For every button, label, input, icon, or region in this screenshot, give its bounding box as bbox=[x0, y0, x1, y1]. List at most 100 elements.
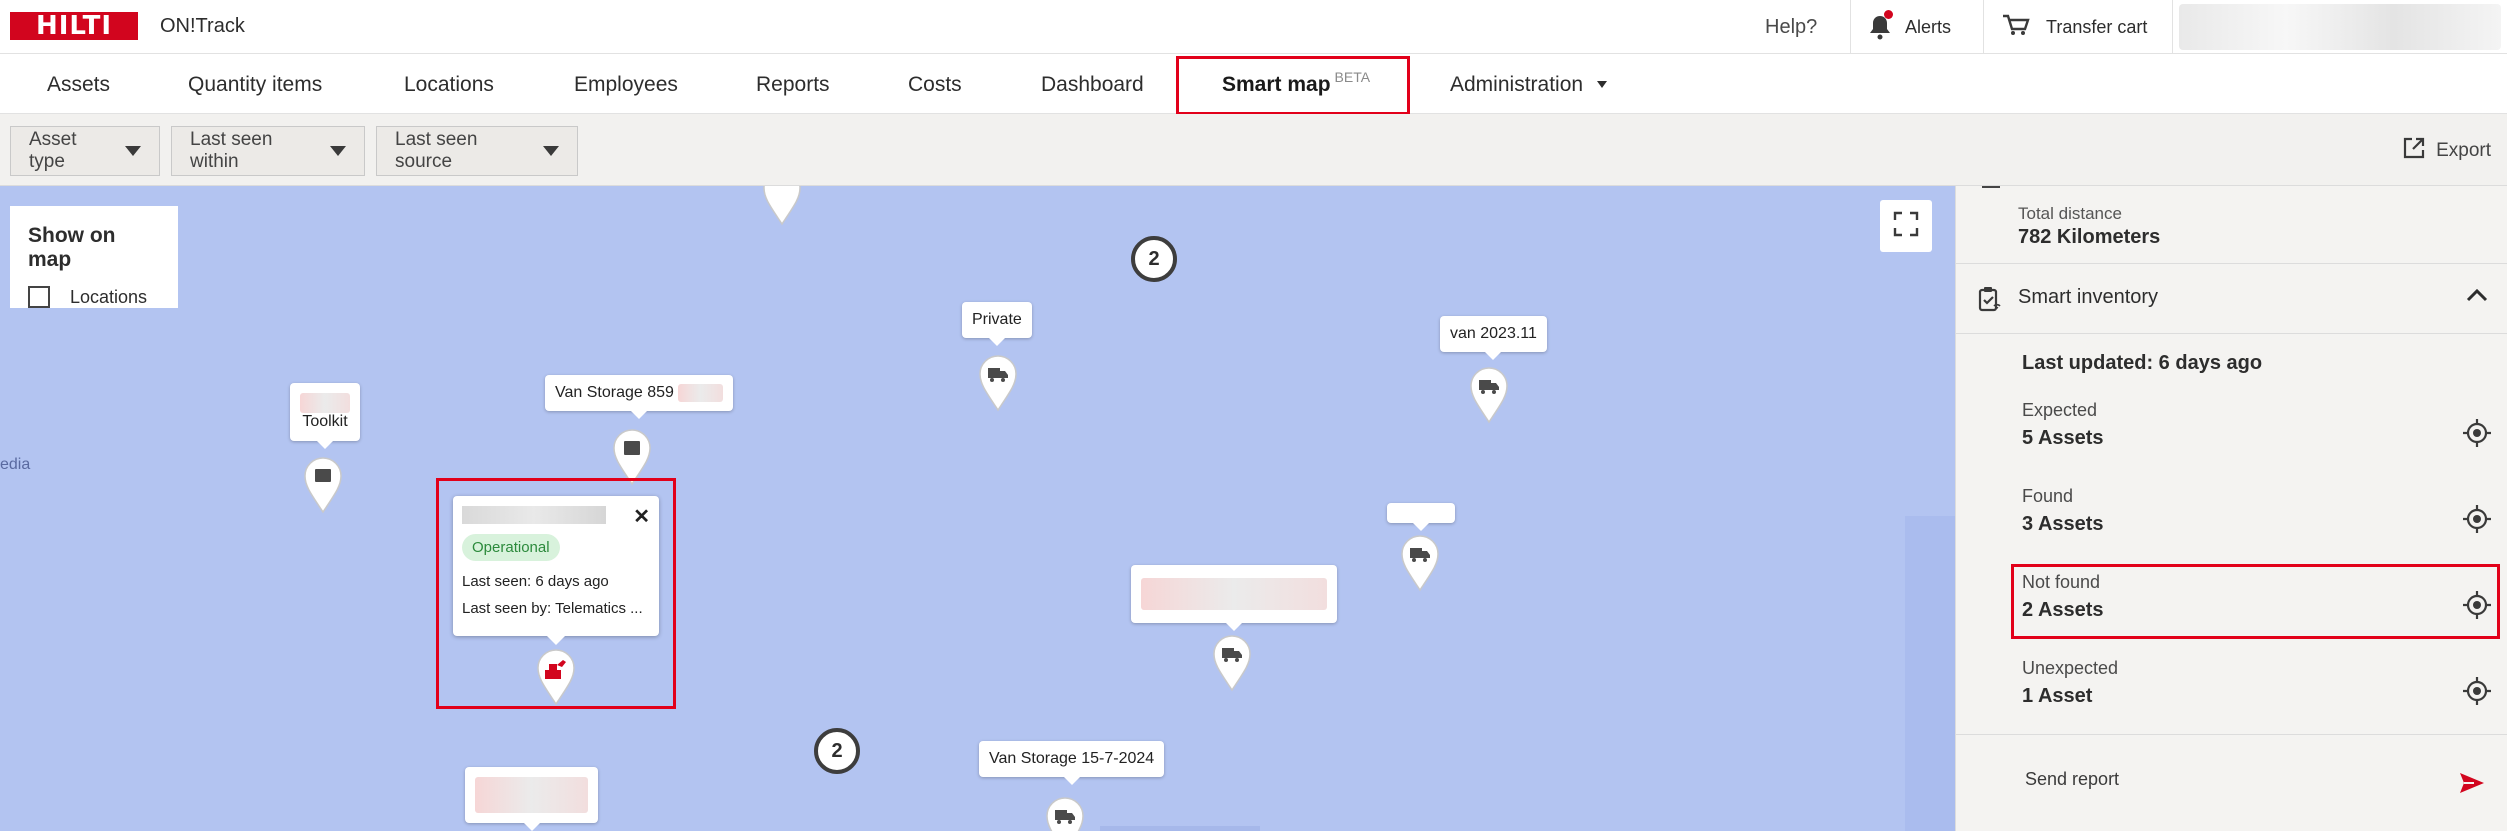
send-report-label: Send report bbox=[2025, 769, 2120, 789]
alerts-button[interactable]: Alerts bbox=[1850, 0, 1969, 54]
locate-crosshair-icon[interactable] bbox=[2462, 418, 2492, 453]
locate-crosshair-icon[interactable] bbox=[2462, 676, 2492, 711]
cart-icon bbox=[2002, 13, 2030, 42]
tab-costs-label: Costs bbox=[908, 72, 962, 96]
map-pin-van[interactable] bbox=[1398, 532, 1442, 592]
last-seen-within-filter[interactable]: Last seen within bbox=[171, 126, 365, 176]
inventory-row-not-found: Not found 2 Assets bbox=[2022, 572, 2492, 638]
map-label-van-2023[interactable]: van 2023.11 bbox=[1440, 316, 1547, 360]
popup-last-seen: Last seen: 6 days ago bbox=[462, 573, 609, 590]
total-distance-label: Total distance bbox=[2018, 204, 2122, 223]
map-label-van-storage-859-text: Van Storage 859 bbox=[555, 384, 674, 401]
smart-inventory-body: Last updated: 6 days ago Expected 5 Asse… bbox=[1956, 334, 2507, 734]
map-label-toolkit-text: Toolkit bbox=[302, 413, 348, 430]
help-label: Help? bbox=[1765, 15, 1818, 38]
map-pin-excavator-selected[interactable] bbox=[534, 646, 578, 706]
show-on-map-panel: Show on map Locations bbox=[10, 206, 178, 308]
label-blurred bbox=[677, 384, 723, 402]
map-label-toolkit[interactable]: Toolkit bbox=[290, 383, 360, 449]
map-label-van-storage-2024[interactable]: Van Storage 15-7-2024 bbox=[979, 741, 1165, 785]
close-icon[interactable]: ✕ bbox=[633, 504, 650, 529]
map-pin-storage[interactable] bbox=[610, 426, 654, 486]
popup-last-seen-by: Last seen by: Telematics ... bbox=[462, 600, 643, 617]
inventory-row-value: 1 Asset bbox=[2022, 685, 2093, 707]
app-name: ON!Track bbox=[160, 15, 245, 37]
export-button[interactable]: Export bbox=[2402, 136, 2491, 166]
label-blurred bbox=[1141, 578, 1327, 610]
map-pin-partial[interactable] bbox=[760, 186, 804, 226]
inventory-row-label: Unexpected bbox=[2022, 658, 2119, 678]
map-pin-van[interactable] bbox=[976, 352, 1020, 412]
map-cluster-marker[interactable]: 2 bbox=[814, 728, 860, 774]
last-seen-within-filter-label: Last seen within bbox=[190, 129, 273, 172]
fullscreen-button[interactable] bbox=[1880, 200, 1932, 252]
label-blurred bbox=[475, 777, 588, 813]
dropdown-arrow-icon bbox=[125, 146, 141, 156]
status-badge: Operational bbox=[462, 534, 560, 561]
last-seen-source-filter[interactable]: Last seen source bbox=[376, 126, 578, 176]
inventory-row-label: Not found bbox=[2022, 572, 2101, 592]
user-menu[interactable] bbox=[2172, 0, 2507, 54]
tab-smart-map[interactable]: Smart map BETA bbox=[1222, 55, 1370, 114]
tab-employees-label: Employees bbox=[574, 72, 678, 96]
map-cluster-marker[interactable]: 2 bbox=[1131, 236, 1177, 282]
last-updated: Last updated: 6 days ago bbox=[2022, 352, 2263, 374]
locations-toggle[interactable]: Locations bbox=[28, 286, 160, 308]
tab-assets-label: Assets bbox=[47, 72, 111, 96]
inventory-row-unexpected: Unexpected 1 Asset bbox=[2022, 658, 2492, 724]
inventory-row-found: Found 3 Assets bbox=[2022, 486, 2492, 552]
tab-locations[interactable]: Locations bbox=[404, 55, 494, 114]
tab-smart-map-label: Smart map bbox=[1222, 72, 1331, 96]
map-pin-van[interactable] bbox=[1467, 364, 1511, 424]
send-report-button[interactable]: Send report bbox=[1956, 734, 2507, 831]
dropdown-arrow-icon bbox=[330, 146, 346, 156]
map-canvas[interactable]: edia Show on map Locations 2 2 Toolkit V… bbox=[0, 186, 1955, 831]
map-pin-van[interactable] bbox=[1043, 794, 1087, 831]
map-label-private[interactable]: Private bbox=[962, 302, 1032, 346]
map-label-empty[interactable] bbox=[1387, 503, 1455, 531]
bell-icon bbox=[1869, 10, 1893, 40]
tab-administration[interactable]: Administration bbox=[1450, 55, 1608, 114]
transfer-cart-label: Transfer cart bbox=[2046, 16, 2148, 37]
map-label-blurred[interactable] bbox=[1131, 565, 1337, 631]
tab-reports[interactable]: Reports bbox=[756, 55, 830, 114]
help-link[interactable]: Help? bbox=[1765, 0, 1817, 54]
tab-employees[interactable]: Employees bbox=[574, 55, 678, 114]
asset-popup: ✕ Operational Last seen: 6 days ago Last… bbox=[453, 496, 659, 645]
map-label-private-text: Private bbox=[972, 311, 1022, 328]
map-label-blurred[interactable] bbox=[465, 767, 598, 831]
map-pin-toolbox[interactable] bbox=[301, 454, 345, 514]
export-label: Export bbox=[2436, 140, 2491, 161]
caret-down-icon bbox=[1597, 81, 1608, 88]
locate-crosshair-icon[interactable] bbox=[2462, 590, 2492, 625]
tab-dashboard-label: Dashboard bbox=[1041, 72, 1144, 96]
chevron-up-icon[interactable] bbox=[2466, 288, 2488, 307]
fullscreen-icon bbox=[1893, 211, 1919, 242]
inventory-row-value: 2 Assets bbox=[2022, 599, 2104, 621]
tab-reports-label: Reports bbox=[756, 72, 830, 96]
hilti-logo[interactable]: HILTI bbox=[10, 11, 138, 41]
total-distance-value: 782 Kilometers bbox=[2018, 226, 2161, 248]
smart-inventory-title: Smart inventory bbox=[2018, 286, 2159, 308]
smart-inventory-header[interactable]: Smart inventory bbox=[1956, 264, 2507, 334]
tab-quantity-items-label: Quantity items bbox=[188, 72, 323, 96]
route-icon bbox=[1982, 180, 2000, 188]
tab-costs[interactable]: Costs bbox=[908, 55, 962, 114]
send-arrow-icon bbox=[2458, 771, 2486, 800]
beta-badge: BETA bbox=[1334, 68, 1371, 85]
locations-checkbox[interactable] bbox=[28, 286, 50, 308]
locate-crosshair-icon[interactable] bbox=[2462, 504, 2492, 539]
show-on-map-title: Show on map bbox=[28, 224, 116, 271]
map-pin-van[interactable] bbox=[1210, 632, 1254, 692]
export-icon bbox=[2402, 136, 2426, 166]
transfer-cart-button[interactable]: Transfer cart bbox=[1983, 0, 2165, 54]
map-label-van-storage-859[interactable]: Van Storage 859 bbox=[545, 375, 733, 419]
clipboard-check-icon bbox=[1978, 286, 2002, 317]
inventory-row-label: Expected bbox=[2022, 400, 2098, 420]
tab-quantity-items[interactable]: Quantity items bbox=[188, 55, 322, 114]
tab-administration-label: Administration bbox=[1450, 72, 1584, 96]
tab-dashboard[interactable]: Dashboard bbox=[1041, 55, 1144, 114]
asset-type-filter[interactable]: Asset type bbox=[10, 126, 160, 176]
tab-assets[interactable]: Assets bbox=[47, 55, 110, 114]
details-panel: Total distance 782 Kilometers Smart inve… bbox=[1955, 186, 2507, 831]
